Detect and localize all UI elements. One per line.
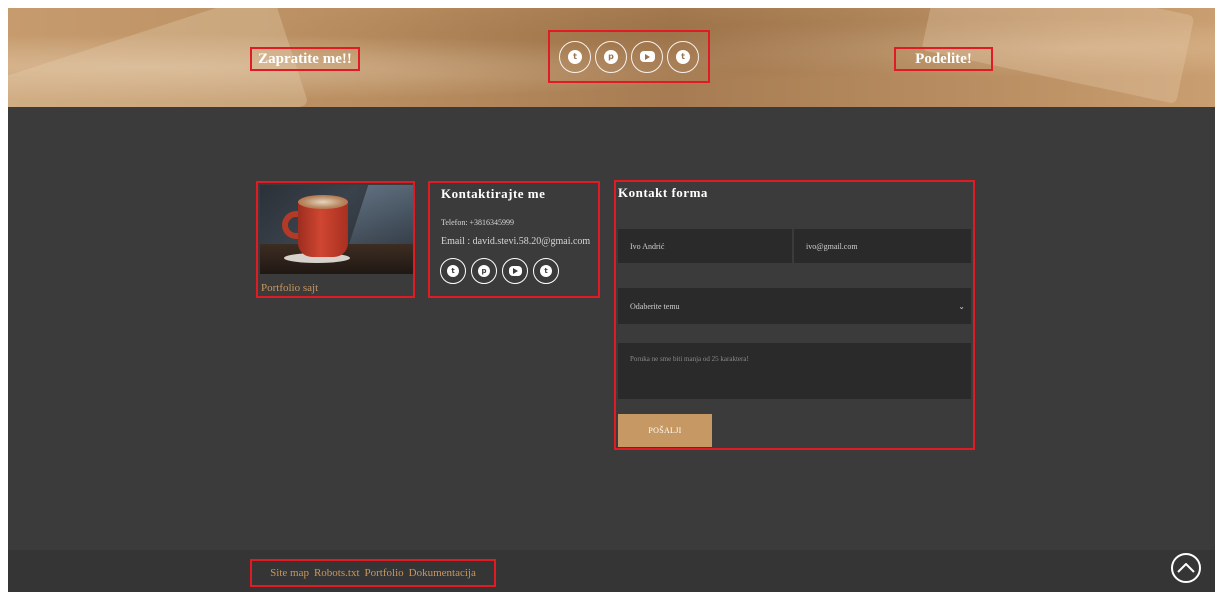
footer-links: Site map Robots.txt Portfolio Dokumentac…	[250, 559, 496, 587]
chevron-up-icon	[1177, 563, 1195, 573]
youtube-icon[interactable]	[502, 258, 528, 284]
pinterest-icon[interactable]: p	[471, 258, 497, 284]
send-button[interactable]: POŠALJI	[618, 414, 712, 447]
email-field[interactable]: ivo@gmail.com	[794, 229, 971, 263]
topic-select-value: Odaberite temu	[630, 301, 680, 311]
footer-link-documentation[interactable]: Dokumentacija	[409, 567, 476, 579]
twitter-icon[interactable]: t	[533, 258, 559, 284]
contact-info: Kontaktirajte me Telefon: +3816345999 Em…	[428, 181, 600, 298]
footer: Site map Robots.txt Portfolio Dokumentac…	[8, 550, 1215, 592]
coffee-mug-image[interactable]	[260, 185, 413, 274]
contact-title: Kontaktirajte me	[441, 186, 546, 201]
twitter-icon[interactable]: t	[667, 40, 699, 73]
pinterest-icon[interactable]: p	[595, 40, 627, 73]
share-label: Podelite!	[894, 47, 993, 71]
portfolio-link[interactable]: Portfolio sajt	[261, 282, 318, 294]
contact-social-links: t p t	[440, 258, 559, 284]
footer-link-sitemap[interactable]: Site map	[270, 567, 309, 579]
form-title: Kontakt forma	[618, 185, 708, 200]
scroll-to-top-button[interactable]	[1171, 553, 1201, 583]
contact-phone: Telefon: +3816345999	[441, 218, 515, 227]
chevron-down-icon: ⌄	[958, 301, 965, 311]
page: Zapratite me!! t p t Podelite! Portfolio…	[8, 8, 1215, 592]
main-section: Portfolio sajt Kontaktirajte me Telefon:…	[8, 107, 1215, 550]
footer-link-robots[interactable]: Robots.txt	[314, 567, 360, 579]
contact-form: Kontakt forma Ivo Andrić ivo@gmail.com O…	[614, 180, 975, 450]
message-textarea[interactable]: Poruka ne sme biti manja od 25 karaktera…	[618, 343, 971, 399]
follow-me-label: Zapratite me!!	[250, 47, 360, 71]
footer-link-portfolio[interactable]: Portfolio	[365, 567, 404, 579]
contact-email: Email : david.stevi.58.20@gmai.com	[441, 236, 591, 247]
twitter-icon[interactable]: t	[440, 258, 466, 284]
twitter-icon[interactable]: t	[559, 40, 591, 73]
name-field[interactable]: Ivo Andrić	[618, 229, 792, 263]
banner-social-links: t p t	[548, 30, 710, 83]
topic-select[interactable]: Odaberite temu ⌄	[618, 288, 971, 324]
social-banner: Zapratite me!! t p t Podelite!	[8, 8, 1215, 107]
youtube-icon[interactable]	[631, 40, 663, 73]
portfolio-card: Portfolio sajt	[256, 181, 415, 298]
